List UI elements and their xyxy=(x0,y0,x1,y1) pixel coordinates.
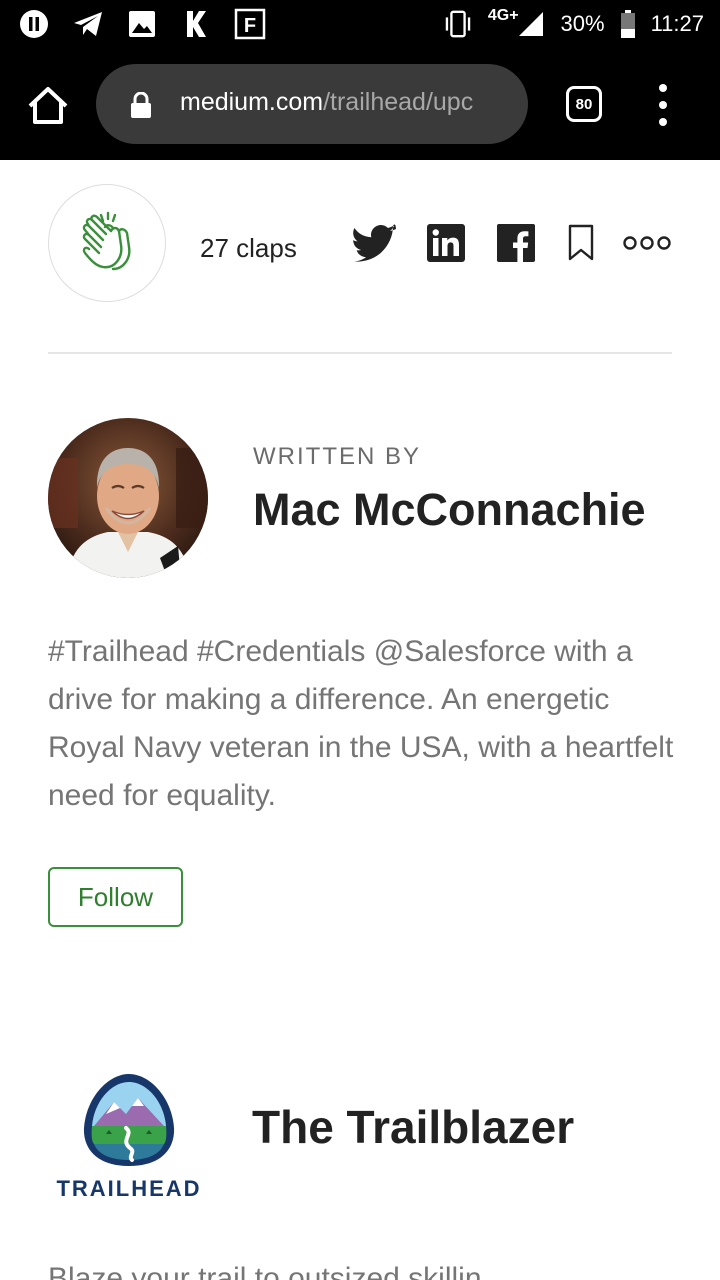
twitter-share-button[interactable] xyxy=(352,222,398,264)
trailhead-wordmark: TRAILHEAD xyxy=(56,1176,202,1201)
linkedin-share-button[interactable] xyxy=(426,222,466,264)
f-app-icon: F xyxy=(234,8,266,40)
section-divider xyxy=(48,352,672,354)
publication-description: Blaze your trail to outsized skillin xyxy=(48,1262,482,1280)
follow-button[interactable]: Follow xyxy=(48,867,183,927)
more-options-button[interactable] xyxy=(622,222,672,264)
clap-count: 27 claps xyxy=(200,233,297,263)
k-app-icon xyxy=(180,8,212,40)
author-avatar[interactable] xyxy=(48,418,208,578)
linkedin-icon xyxy=(427,224,465,262)
telegram-icon xyxy=(72,8,104,40)
battery-icon xyxy=(619,8,637,40)
lock-icon xyxy=(131,92,151,118)
url-text: medium.com/trailhead/upc xyxy=(180,88,510,117)
browser-toolbar: medium.com/trailhead/upc 80 xyxy=(0,50,720,160)
twitter-icon xyxy=(353,224,396,262)
gallery-icon xyxy=(126,8,158,40)
home-icon xyxy=(28,87,68,124)
signal-icon xyxy=(515,8,547,40)
author-bio: #Trailhead #Credentials @Salesforce with… xyxy=(48,635,674,812)
more-icon xyxy=(623,236,671,250)
svg-text:F: F xyxy=(244,15,256,37)
url-path: /trailhead/upc xyxy=(323,88,474,116)
bookmark-icon xyxy=(568,224,594,261)
facebook-icon xyxy=(497,224,535,262)
home-button[interactable] xyxy=(26,84,70,128)
clap-button[interactable] xyxy=(48,184,166,302)
publication-title[interactable]: The Trailblazer xyxy=(252,1100,574,1154)
status-bar: F 4G+ 30% 11:27 xyxy=(0,0,720,50)
url-domain: medium.com xyxy=(180,88,324,116)
bookmark-button[interactable] xyxy=(566,222,596,264)
clock: 11:27 xyxy=(650,11,704,36)
vibrate-icon xyxy=(442,8,474,40)
dot xyxy=(659,118,667,126)
author-name[interactable]: Mac McConnachie xyxy=(253,484,646,536)
battery-percent: 30% xyxy=(560,11,605,36)
tab-switcher-button[interactable]: 80 xyxy=(566,86,602,122)
author-photo xyxy=(48,418,208,578)
network-type: 4G+ xyxy=(487,7,519,24)
written-by-label: WRITTEN BY xyxy=(253,443,421,470)
pause-icon xyxy=(18,8,50,40)
facebook-share-button[interactable] xyxy=(496,222,536,264)
overflow-menu-button[interactable] xyxy=(652,84,674,126)
dot xyxy=(659,101,667,109)
url-bar[interactable]: medium.com/trailhead/upc xyxy=(96,64,528,144)
clap-icon xyxy=(82,211,131,271)
trailhead-logo-mark xyxy=(83,1074,175,1166)
dot xyxy=(659,84,667,92)
